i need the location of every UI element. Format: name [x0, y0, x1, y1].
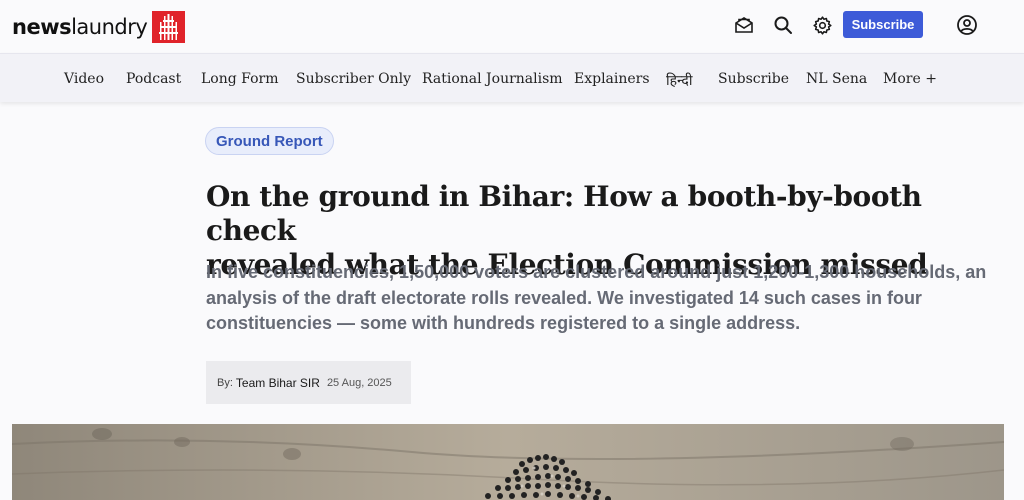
logo-text: newslaundry	[12, 15, 148, 39]
subscribe-button[interactable]: Subscribe	[843, 11, 923, 38]
main-nav: Video Podcast Long Form Subscriber Only …	[0, 53, 1024, 102]
nav-item-rational-journalism[interactable]: Rational Journalism	[422, 71, 563, 87]
nav-item-hindi[interactable]: हिन्दी	[666, 71, 692, 90]
nav-item-explainers[interactable]: Explainers	[574, 71, 650, 87]
nav-item-subscriber-only[interactable]: Subscriber Only	[296, 71, 411, 87]
author-link[interactable]: Team Bihar SIR	[236, 376, 320, 390]
top-bar: newslaundry Subscribe	[0, 0, 1024, 52]
gear-icon[interactable]	[810, 13, 834, 37]
search-icon[interactable]	[771, 13, 795, 37]
site-logo[interactable]: newslaundry	[12, 11, 186, 43]
publish-date: 25 Aug, 2025	[326, 376, 392, 389]
nav-item-nl-sena[interactable]: NL Sena	[806, 71, 867, 87]
article-subhead: In five constituencies, 1,50,000 voters …	[206, 262, 987, 333]
byline: By: Team Bihar SIR 25 Aug, 2025	[206, 361, 411, 404]
nav-item-more[interactable]: More +	[883, 71, 937, 87]
hero-image	[12, 424, 1004, 500]
category-tag[interactable]: Ground Report	[205, 127, 334, 155]
byline-label: By:	[217, 376, 233, 389]
nav-item-subscribe[interactable]: Subscribe	[718, 71, 789, 87]
nav-item-long-form[interactable]: Long Form	[201, 71, 279, 87]
user-icon[interactable]	[955, 13, 979, 37]
nav-item-video[interactable]: Video	[64, 71, 104, 87]
article-title-line-1: On the ground in Bihar: How a booth-by-b…	[206, 180, 922, 247]
nav-item-podcast[interactable]: Podcast	[126, 71, 181, 87]
logo-mark-icon	[152, 11, 186, 43]
newsletter-icon[interactable]	[732, 13, 756, 37]
